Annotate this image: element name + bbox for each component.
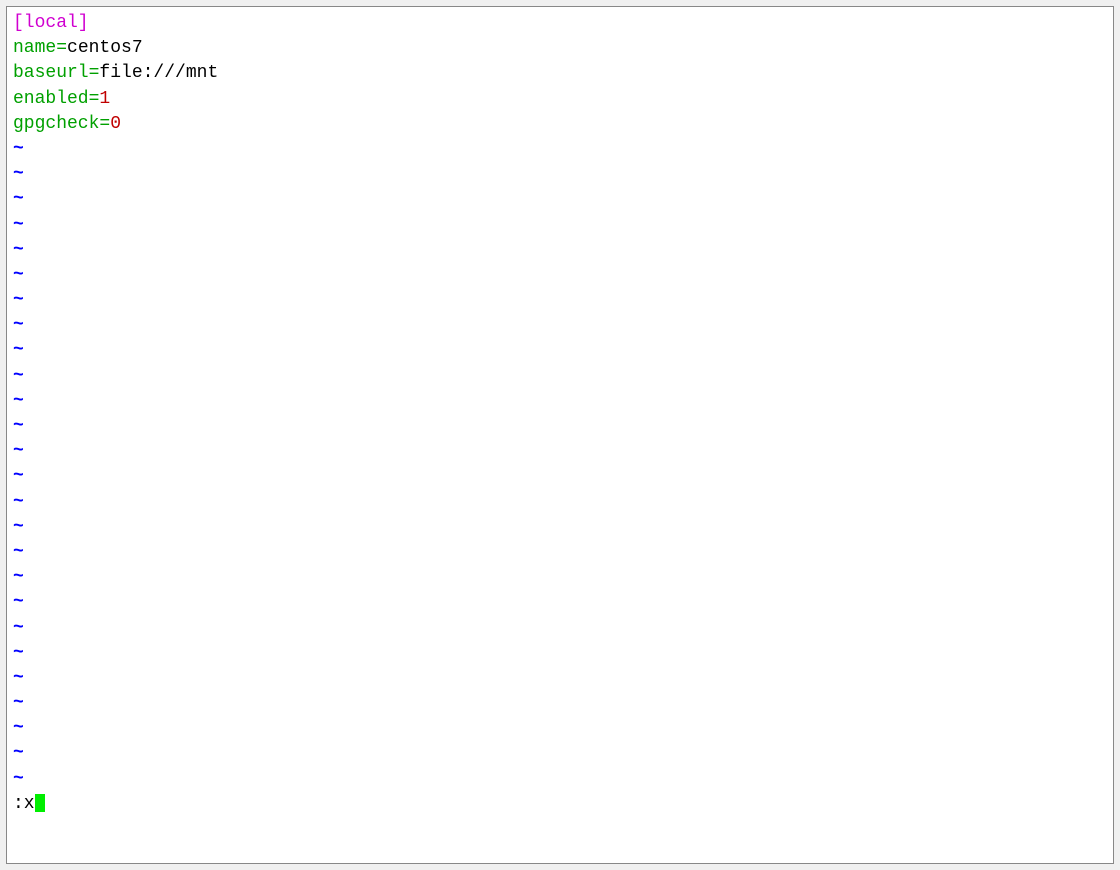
tilde-marker: ~ [13, 189, 24, 209]
file-line-baseurl: baseurl=file:///mnt [13, 61, 1107, 86]
empty-line-tilde: ~ [13, 313, 1107, 338]
empty-line-tilde: ~ [13, 137, 1107, 162]
tilde-marker: ~ [13, 542, 24, 562]
tilde-marker: ~ [13, 643, 24, 663]
tilde-marker: ~ [13, 441, 24, 461]
file-line-gpgcheck: gpgcheck=0 [13, 112, 1107, 137]
config-key: enabled= [13, 89, 99, 109]
tilde-marker: ~ [13, 668, 24, 688]
tilde-marker: ~ [13, 466, 24, 486]
config-value: 1 [99, 89, 110, 109]
file-line-name: name=centos7 [13, 36, 1107, 61]
empty-line-tilde: ~ [13, 716, 1107, 741]
vim-command-line[interactable]: :x [13, 792, 1107, 817]
config-key: gpgcheck= [13, 114, 110, 134]
tilde-marker: ~ [13, 215, 24, 235]
tilde-marker: ~ [13, 743, 24, 763]
empty-line-tilde: ~ [13, 691, 1107, 716]
config-key: name= [13, 38, 67, 58]
empty-line-tilde: ~ [13, 565, 1107, 590]
tilde-marker: ~ [13, 567, 24, 587]
tilde-marker: ~ [13, 416, 24, 436]
empty-line-tilde: ~ [13, 338, 1107, 363]
tilde-marker: ~ [13, 391, 24, 411]
empty-line-tilde: ~ [13, 162, 1107, 187]
file-line-enabled: enabled=1 [13, 87, 1107, 112]
tilde-marker: ~ [13, 265, 24, 285]
tilde-marker: ~ [13, 340, 24, 360]
empty-line-tilde: ~ [13, 414, 1107, 439]
empty-line-tilde: ~ [13, 238, 1107, 263]
tilde-marker: ~ [13, 693, 24, 713]
tilde-marker: ~ [13, 139, 24, 159]
tilde-marker: ~ [13, 618, 24, 638]
empty-line-tilde: ~ [13, 590, 1107, 615]
tilde-marker: ~ [13, 492, 24, 512]
empty-line-tilde: ~ [13, 364, 1107, 389]
vim-editor-window[interactable]: [local] name=centos7 baseurl=file:///mnt… [6, 6, 1114, 864]
command-text: :x [13, 794, 35, 814]
config-key: baseurl= [13, 63, 99, 83]
config-value: file:///mnt [99, 63, 218, 83]
config-value: 0 [110, 114, 121, 134]
empty-line-tilde: ~ [13, 263, 1107, 288]
empty-line-tilde: ~ [13, 515, 1107, 540]
empty-line-tilde: ~ [13, 641, 1107, 666]
tilde-marker: ~ [13, 718, 24, 738]
tilde-marker: ~ [13, 517, 24, 537]
empty-line-tilde: ~ [13, 666, 1107, 691]
section-header-text: [local] [13, 13, 89, 33]
empty-line-tilde: ~ [13, 288, 1107, 313]
empty-line-tilde: ~ [13, 490, 1107, 515]
tilde-marker: ~ [13, 240, 24, 260]
empty-line-tilde: ~ [13, 616, 1107, 641]
tilde-marker: ~ [13, 164, 24, 184]
empty-line-tilde: ~ [13, 389, 1107, 414]
tilde-marker: ~ [13, 592, 24, 612]
tilde-marker: ~ [13, 315, 24, 335]
empty-line-tilde: ~ [13, 741, 1107, 766]
config-value: centos7 [67, 38, 143, 58]
empty-line-tilde: ~ [13, 187, 1107, 212]
empty-line-tilde: ~ [13, 464, 1107, 489]
tilde-marker: ~ [13, 366, 24, 386]
empty-line-tilde: ~ [13, 767, 1107, 792]
editor-content-area[interactable]: [local] name=centos7 baseurl=file:///mnt… [13, 11, 1107, 859]
empty-line-tilde: ~ [13, 540, 1107, 565]
empty-line-tilde: ~ [13, 213, 1107, 238]
cursor-icon [35, 794, 45, 812]
file-line-section-header: [local] [13, 11, 1107, 36]
tilde-marker: ~ [13, 290, 24, 310]
tilde-marker: ~ [13, 769, 24, 789]
empty-line-tilde: ~ [13, 439, 1107, 464]
